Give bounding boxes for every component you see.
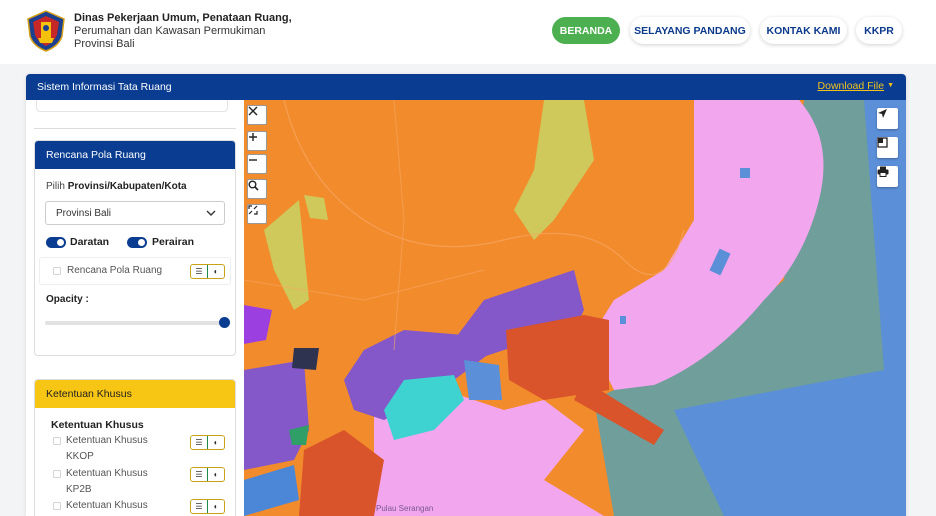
opacity-slider-handle[interactable]: [219, 317, 230, 328]
pola-ruang-card-title: Rencana Pola Ruang: [35, 141, 235, 169]
kkop-layer-name: Ketentuan Khusus KKOP: [66, 433, 148, 465]
chevron-down-icon: [206, 210, 216, 216]
previous-card-stub: [36, 100, 228, 112]
region-select[interactable]: Provinsi Bali: [45, 201, 225, 225]
panel-header: Sistem Informasi Tata Ruang Download Fil…: [26, 74, 906, 100]
kp2b-line-2: KP2B: [66, 484, 92, 495]
zoning-map-layers: [244, 100, 906, 516]
layer-sidebar[interactable]: Rencana Pola Ruang Pilih Provinsi/Kabupa…: [26, 100, 244, 516]
select-region-label: Pilih Provinsi/Kabupaten/Kota: [46, 181, 187, 192]
opacity-contrast-icon[interactable]: ◐: [207, 500, 224, 513]
kp2b-checkbox[interactable]: [53, 470, 61, 478]
daratan-label: Daratan: [70, 236, 110, 248]
ketentuan-3-layer-actions: ☰ ◐: [190, 499, 225, 514]
download-file-label: Download File: [817, 80, 885, 92]
tata-ruang-panel: Sistem Informasi Tata Ruang Download Fil…: [26, 74, 906, 516]
nav-kontak-kami-button[interactable]: KONTAK KAMI: [760, 17, 847, 44]
pola-ruang-layer-row: Rencana Pola Ruang ☰ ◐: [39, 257, 231, 285]
agency-line-3: Provinsi Bali: [74, 38, 135, 50]
agency-line-1: Dinas Pekerjaan Umum, Penataan Ruang,: [74, 12, 292, 24]
bali-province-emblem-icon[interactable]: [26, 10, 66, 52]
zoning-map[interactable]: Pulau Serangan: [244, 100, 906, 516]
caret-down-icon: ▼: [887, 82, 894, 89]
map-place-label: Pulau Serangan: [376, 504, 434, 513]
search-icon[interactable]: [247, 179, 267, 199]
pola-ruang-layer-actions: ☰ ◐: [190, 264, 225, 279]
ketentuan-3-layer-name: Ketentuan Khusus: [66, 498, 148, 514]
opacity-contrast-icon[interactable]: ◐: [207, 265, 224, 278]
legend-list-icon[interactable]: ☰: [191, 468, 207, 481]
region-select-value: Provinsi Bali: [56, 207, 112, 219]
nav-beranda-button[interactable]: BERANDA: [552, 17, 620, 44]
agency-line-2: Perumahan dan Kawasan Permukiman: [74, 25, 266, 37]
opacity-contrast-icon[interactable]: ◐: [207, 436, 224, 449]
basemap-layers-icon[interactable]: [877, 137, 898, 158]
ketentuan-3-checkbox[interactable]: [53, 502, 61, 510]
kkop-layer-actions: ☰ ◐: [190, 435, 225, 450]
opacity-contrast-icon[interactable]: ◐: [207, 468, 224, 481]
zoom-in-icon[interactable]: [247, 131, 267, 151]
kkop-checkbox[interactable]: [53, 437, 61, 445]
legend-list-icon[interactable]: ☰: [191, 265, 207, 278]
perairan-toggle[interactable]: [127, 237, 147, 248]
ketentuan-3-line-1: Ketentuan Khusus: [66, 500, 148, 511]
legend-list-icon[interactable]: ☰: [191, 436, 207, 449]
kkop-line-2: KKOP: [66, 451, 94, 462]
opacity-slider[interactable]: [45, 317, 230, 328]
kkop-line-1: Ketentuan Khusus: [66, 435, 148, 446]
kp2b-line-1: Ketentuan Khusus: [66, 468, 148, 479]
locate-arrow-icon[interactable]: [877, 108, 898, 129]
opacity-slider-track: [45, 321, 225, 325]
perairan-label: Perairan: [152, 236, 195, 248]
pola-ruang-layer-checkbox[interactable]: [53, 267, 61, 275]
agency-name: Dinas Pekerjaan Umum, Penataan Ruang, Pe…: [74, 12, 292, 51]
legend-list-icon[interactable]: ☰: [191, 500, 207, 513]
panel-title: Sistem Informasi Tata Ruang: [37, 81, 172, 93]
kp2b-layer-name: Ketentuan Khusus KP2B: [66, 466, 148, 498]
ketentuan-khusus-subtitle: Ketentuan Khusus: [51, 419, 144, 431]
select-region-prefix: Pilih: [46, 181, 68, 192]
nav-selayang-pandang-button[interactable]: SELAYANG PANDANG: [630, 17, 750, 44]
pola-ruang-layer-name: Rencana Pola Ruang: [67, 265, 163, 276]
ketentuan-khusus-card-title: Ketentuan Khusus: [35, 380, 235, 408]
print-icon[interactable]: [877, 166, 898, 187]
fullscreen-icon[interactable]: [247, 204, 267, 224]
kp2b-layer-actions: ☰ ◐: [190, 467, 225, 482]
ketentuan-khusus-card: Ketentuan Khusus Ketentuan Khusus Ketent…: [34, 379, 236, 516]
site-header: Dinas Pekerjaan Umum, Penataan Ruang, Pe…: [0, 0, 936, 64]
daratan-toggle[interactable]: [46, 237, 66, 248]
download-file-dropdown[interactable]: Download File ▼: [818, 80, 894, 92]
divider: [34, 128, 236, 129]
zoom-out-icon[interactable]: [247, 154, 267, 174]
pola-ruang-card: Rencana Pola Ruang Pilih Provinsi/Kabupa…: [34, 140, 236, 356]
select-region-bold: Provinsi/Kabupaten/Kota: [67, 181, 187, 192]
nav-kkpr-button[interactable]: KKPR: [856, 17, 902, 44]
opacity-label: Opacity :: [46, 294, 89, 305]
close-icon[interactable]: [247, 105, 267, 125]
